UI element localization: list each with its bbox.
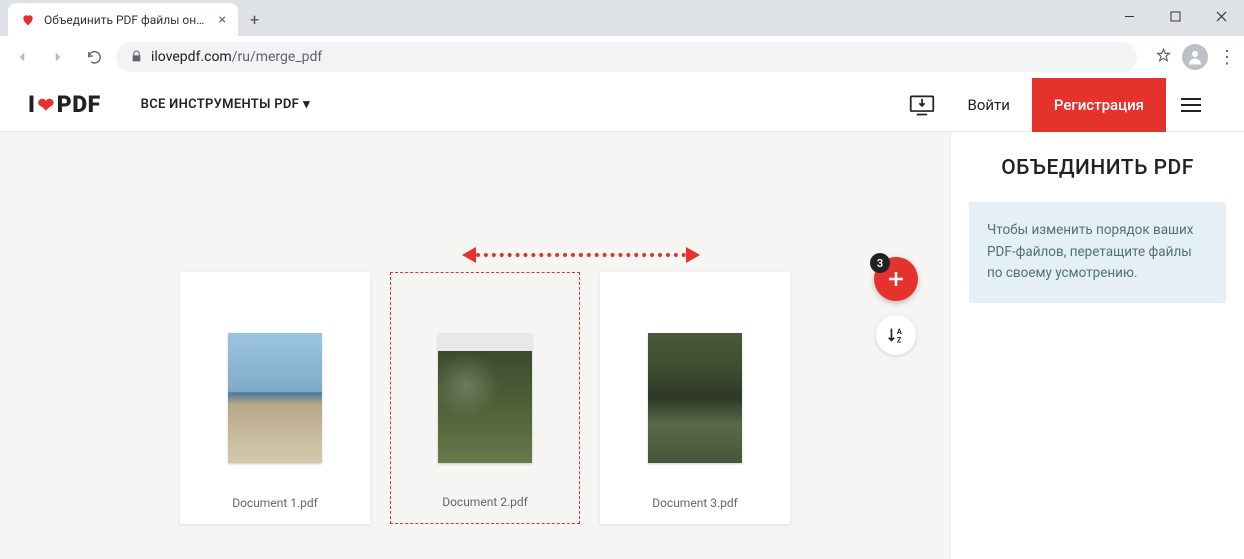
menu-button[interactable] [1166,78,1216,132]
document-filename: Document 1.pdf [232,496,318,510]
reload-button[interactable] [80,43,108,71]
arrow-left-icon [462,247,476,263]
register-button[interactable]: Регистрация [1032,78,1166,132]
sidebar: ОБЪЕДИНИТЬ PDF Чтобы изменить порядок ва… [950,132,1244,559]
login-button[interactable]: Войти [945,78,1031,132]
workspace[interactable]: Document 1.pdf Document 2.pdf Document 3… [0,132,950,559]
heart-icon [20,12,36,28]
document-filename: Document 2.pdf [442,495,528,509]
close-icon[interactable]: × [219,12,226,28]
browser-tab[interactable]: Объединить PDF файлы онлайн × [8,3,238,37]
reorder-hint: Чтобы изменить порядок ваших PDF-файлов,… [969,202,1226,303]
minimize-button[interactable] [1106,0,1152,32]
close-window-button[interactable] [1198,0,1244,32]
main-content: Document 1.pdf Document 2.pdf Document 3… [0,132,1244,559]
kebab-menu-icon[interactable]: ⋮ [1218,47,1236,68]
profile-icon[interactable] [1182,44,1208,70]
new-tab-button[interactable]: + [238,10,271,29]
document-filename: Document 3.pdf [652,496,738,510]
floating-actions: 3 AZ [874,257,918,355]
sort-az-button[interactable]: AZ [876,315,916,355]
sidebar-title: ОБЪЕДИНИТЬ PDF [969,156,1226,180]
browser-chrome: Объединить PDF файлы онлайн × + ilovepdf… [0,0,1244,78]
lock-icon [130,48,143,67]
drag-direction-hint [462,247,700,263]
app-header: I ❤ PDF ВСЕ ИНСТРУМЕНТЫ PDF ▾ Войти Реги… [0,78,1244,132]
back-button[interactable] [8,43,36,71]
tab-bar: Объединить PDF файлы онлайн × + [0,0,1244,36]
document-list: Document 1.pdf Document 2.pdf Document 3… [180,272,910,524]
logo[interactable]: I ❤ PDF [28,91,101,118]
chevron-down-icon: ▾ [303,97,310,112]
window-controls [1106,0,1244,32]
heart-icon: ❤ [37,93,54,117]
document-thumbnail [228,333,322,463]
file-count-badge: 3 [870,253,890,273]
svg-text:Z: Z [897,335,902,344]
download-desktop-button[interactable] [899,78,945,132]
bookmark-icon[interactable] [1155,47,1172,68]
url-field[interactable]: ilovepdf.com/ru/merge_pdf [116,42,1137,72]
all-tools-dropdown[interactable]: ВСЕ ИНСТРУМЕНТЫ PDF ▾ [141,97,310,112]
arrow-right-icon [686,247,700,263]
maximize-button[interactable] [1152,0,1198,32]
forward-button[interactable] [44,43,72,71]
add-files-button[interactable]: 3 [874,257,918,301]
document-thumbnail [438,333,532,463]
url-text: ilovepdf.com/ru/merge_pdf [151,49,322,65]
tab-title: Объединить PDF файлы онлайн [44,13,211,27]
document-thumbnail [648,333,742,463]
document-card[interactable]: Document 1.pdf [180,272,370,524]
document-card[interactable]: Document 3.pdf [600,272,790,524]
document-card[interactable]: Document 2.pdf [390,272,580,524]
address-bar: ilovepdf.com/ru/merge_pdf ⋮ [0,36,1244,78]
